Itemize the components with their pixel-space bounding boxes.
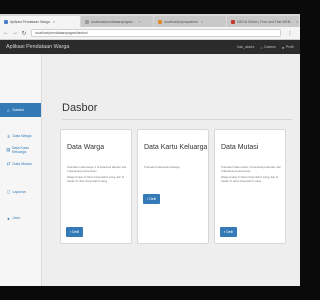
sidebar-item-label: Data Kartu Keluarga — [11, 146, 30, 154]
app-brand[interactable]: Aplikasi Pendataan Warga — [6, 44, 69, 50]
reload-icon[interactable]: ↻ — [21, 30, 27, 37]
main-content: Dasbor Data Warga Total ada 2 data warga… — [42, 54, 300, 286]
sidebar-item-label: Dasbor — [12, 108, 25, 112]
exchange-icon: ⇄ — [6, 161, 11, 166]
browser-tab-strip: Aplikasi Pendataan Warga × localhost/pen… — [0, 14, 300, 27]
sidebar-item-label: Data Warga — [12, 134, 32, 138]
favicon-icon — [85, 19, 89, 24]
detail-icon: ▪ — [146, 197, 149, 201]
button-label: Detil — [226, 230, 234, 234]
panel-text: Total ada 0 data kartu keluarga — [144, 166, 204, 173]
panel-paragraph: Total ada 2 data warga, 0 di antaranya l… — [67, 166, 127, 173]
id-card-icon: ▤ — [6, 147, 11, 152]
favicon-icon — [231, 19, 235, 24]
file-icon: ▯ — [7, 189, 10, 194]
detil-button[interactable]: ▪ Detil — [220, 227, 237, 237]
browser-tab-local[interactable]: localhost/pendataan/pages/... × — [81, 16, 153, 27]
browser-tab-app[interactable]: Aplikasi Pendataan Warga × — [0, 16, 80, 27]
page-title: Dasbor — [62, 102, 98, 114]
browser-tab-mega[interactable]: MEGA Online | Free and Fast WEB... × — [227, 16, 299, 27]
sidebar-item-dasbor[interactable]: ⌂ Dasbor — [0, 103, 41, 117]
panel-paragraph: Warga di atas 17 tahun berjumlah 0 orang… — [67, 176, 124, 183]
browser-tab-phpmyadmin[interactable]: localhost/phpmyadmin × — [154, 16, 226, 27]
user-name: hak_akses — [237, 45, 255, 49]
forward-arrow-icon[interactable]: → — [12, 30, 18, 36]
url-input[interactable]: localhost/pendataan/pages/dasbor/ — [31, 29, 281, 37]
panel-data-kartu-keluarga: Data Kartu Keluarga Total ada 0 data kar… — [137, 129, 209, 244]
button-label: Detil — [72, 230, 80, 234]
user-icon: ● — [281, 44, 285, 50]
close-tab-icon[interactable]: × — [53, 19, 55, 24]
home-icon: ⌂ — [260, 44, 263, 50]
panel-paragraph: Total ada 0 data kartu keluarga — [144, 166, 180, 169]
browser-window: Aplikasi Pendataan Warga × localhost/pen… — [0, 14, 300, 286]
panel-title: Data Kartu Keluarga — [144, 144, 208, 151]
panel-title: Data Mutasi — [221, 144, 259, 151]
address-bar: ← → ↻ localhost/pendataan/pages/dasbor/ … — [0, 27, 300, 40]
close-tab-icon[interactable]: × — [201, 19, 203, 24]
panel-title: Data Warga — [67, 144, 105, 151]
sidebar: ⌂ Dasbor ≡ Data Warga ▤ Data Kartu Kelua… — [0, 54, 42, 286]
list-icon: ≡ — [7, 133, 10, 139]
panel-paragraph: Warga di atas 17 tahun berjumlah 0 orang… — [221, 176, 278, 183]
panel-data-mutasi: Data Mutasi Total ada 0 data mutasi, 0 d… — [214, 129, 286, 244]
sidebar-item-user[interactable]: ● User — [0, 212, 41, 224]
nav-dasbor-link[interactable]: ⌂ Dasbor — [260, 45, 276, 50]
sidebar-item-label: Laporan — [12, 190, 26, 194]
url-text: localhost/pendataan/pages/dasbor/ — [35, 31, 88, 35]
user-icon: ● — [7, 215, 10, 221]
sidebar-item-data-kartu-keluarga[interactable]: ▤ Data Kartu Keluarga — [0, 144, 41, 156]
sidebar-item-label: Data Mutasi — [12, 162, 32, 166]
user-menu[interactable]: hak_akses — [237, 45, 254, 49]
panel-text: Total ada 2 data warga, 0 di antaranya l… — [67, 166, 127, 186]
button-label: Detil — [149, 197, 157, 201]
favicon-icon — [4, 19, 8, 24]
app-navbar: Aplikasi Pendataan Warga hak_akses ⌂ Das… — [0, 40, 300, 54]
sidebar-item-laporan[interactable]: ▯ Laporan — [0, 186, 41, 198]
panel-paragraph: Total ada 0 data mutasi, 0 di antaranya … — [221, 166, 281, 173]
tab-label: Aplikasi Pendataan Warga — [10, 19, 50, 24]
sidebar-item-data-mutasi[interactable]: ⇄ Data Mutasi — [0, 158, 41, 170]
detil-button[interactable]: ▪ Detil — [143, 194, 160, 204]
sidebar-item-label: User — [12, 216, 21, 220]
detail-icon: ▪ — [223, 230, 226, 234]
nav-profil-link[interactable]: ● Profil — [282, 45, 294, 50]
nav-dasbor-label: Dasbor — [264, 45, 276, 49]
title-divider — [62, 119, 292, 120]
home-icon: ⌂ — [7, 107, 10, 113]
tab-label: localhost/pendataan/pages/... — [91, 19, 136, 24]
detail-icon: ▪ — [69, 230, 72, 234]
back-arrow-icon[interactable]: ← — [3, 30, 9, 36]
close-tab-icon[interactable]: × — [296, 19, 298, 24]
sidebar-item-data-warga[interactable]: ≡ Data Warga — [0, 130, 41, 142]
tab-label: localhost/phpmyadmin — [164, 19, 198, 24]
panel-data-warga: Data Warga Total ada 2 data warga, 0 di … — [60, 129, 132, 244]
tab-label: MEGA Online | Free and Fast WEB... — [237, 19, 293, 24]
close-tab-icon[interactable]: × — [138, 19, 140, 24]
nav-profil-label: Profil — [285, 45, 294, 49]
browser-menu-icon[interactable]: ⋮ — [287, 30, 293, 37]
favicon-icon — [158, 19, 162, 24]
detil-button[interactable]: ▪ Detil — [66, 227, 83, 237]
panel-text: Total ada 0 data mutasi, 0 di antaranya … — [221, 166, 281, 186]
